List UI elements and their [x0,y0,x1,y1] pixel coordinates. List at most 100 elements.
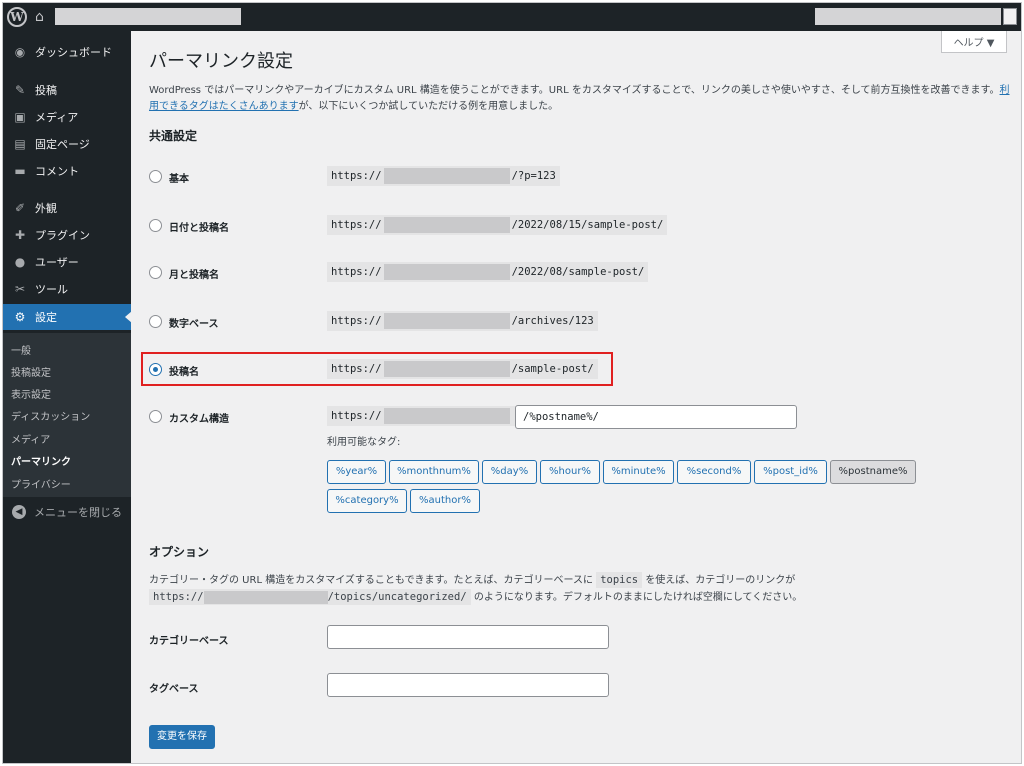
wrench-icon: ✂ [14,282,26,296]
url-prefix: https:// [331,315,382,327]
collapse-menu-button[interactable]: ◀ メニューを閉じる [12,504,122,520]
tag-button-category[interactable]: %category% [327,489,407,513]
example-url: https:// /?p=123 [327,166,560,186]
sidebar-item-label: メディア [35,111,79,124]
sidebar-item-pages[interactable]: ▤ 固定ページ [3,131,131,157]
option-label: 日付と投稿名 [169,223,229,234]
tag-button-post-id[interactable]: %post_id% [754,460,827,484]
radio-post-name[interactable] [149,363,162,376]
submenu-item-permalinks[interactable]: パーマリンク [11,453,71,468]
settings-submenu: 一般 投稿設定 表示設定 ディスカッション メディア パーマリンク プライバシー [3,333,131,497]
radio-month-name[interactable] [149,266,162,279]
tag-button-monthnum[interactable]: %monthnum% [389,460,479,484]
pin-icon: ✎ [14,83,26,97]
help-button[interactable]: ヘルプ ▼ [941,31,1007,53]
avatar[interactable] [1003,8,1017,25]
url-prefix: https:// [331,170,382,182]
option-label: 数字ベース [169,319,219,330]
tag-button-author[interactable]: %author% [410,489,480,513]
sidebar-item-posts[interactable]: ✎ 投稿 [3,77,131,103]
submenu-item-privacy[interactable]: プライバシー [11,476,71,491]
sidebar-item-media[interactable]: ▣ メディア [3,104,131,130]
submenu-item-discussion[interactable]: ディスカッション [11,408,90,423]
user-icon: ● [14,255,26,269]
tag-button-hour[interactable]: %hour% [540,460,600,484]
permalink-option-numeric[interactable]: 数字ベース https:// /archives/123 [149,310,1009,334]
radio-custom[interactable] [149,410,162,423]
category-base-label: カテゴリーベース [149,636,229,647]
category-base-input[interactable] [327,625,609,649]
sidebar-item-tools[interactable]: ✂ ツール [3,276,131,302]
collapse-menu-label: メニューを閉じる [34,506,122,519]
tag-base-label: タグベース [149,684,199,695]
sidebar-item-plugins[interactable]: ✚ プラグイン [3,222,131,248]
url-suffix: /topics/uncategorized/ [327,591,467,603]
radio-day-name[interactable] [149,219,162,232]
tag-button-day[interactable]: %day% [482,460,537,484]
submenu-item-reading[interactable]: 表示設定 [11,386,51,401]
submenu-item-media[interactable]: メディア [11,431,50,446]
sidebar-item-label: 投稿 [35,84,57,97]
domain-redacted [203,590,328,604]
sidebar-item-settings[interactable]: ⚙ 設定 [3,304,132,330]
domain-redacted [383,168,510,184]
submenu-item-writing[interactable]: 投稿設定 [11,364,51,379]
permalink-option-plain[interactable]: 基本 https:// /?p=123 [149,165,1009,189]
wordpress-logo-icon[interactable]: W [7,7,27,27]
example-url: https:// /archives/123 [327,311,598,331]
sidebar-item-appearance[interactable]: ✐ 外観 [3,195,131,221]
plugin-icon: ✚ [14,228,26,242]
tag-button-year[interactable]: %year% [327,460,386,484]
url-suffix: /archives/123 [511,315,594,327]
url-suffix: /sample-post/ [511,363,594,375]
save-changes-button[interactable]: 変更を保存 [149,725,215,749]
sidebar-item-users[interactable]: ● ユーザー [3,249,131,275]
url-prefix: https:// [153,591,204,603]
url-prefix: https:// [331,266,382,278]
sidebar-item-label: 設定 [35,311,57,324]
tag-button-minute[interactable]: %minute% [603,460,674,484]
brush-icon: ✐ [14,201,26,215]
permalink-option-month-name[interactable]: 月と投稿名 https:// /2022/08/sample-post/ [149,261,1009,285]
url-suffix: /2022/08/sample-post/ [511,266,645,278]
url-prefix: https:// [331,410,382,422]
admin-bar: W ⌂ [3,3,1021,31]
tag-base-input[interactable] [327,673,609,697]
option-label: カスタム構造 [169,414,229,425]
submenu-item-general[interactable]: 一般 [11,342,31,357]
domain-redacted [383,408,510,424]
dashboard-icon: ◉ [14,45,26,59]
url-prefix: https:// [331,363,382,375]
radio-numeric[interactable] [149,315,162,328]
intro-text-suffix: が、以下にいくつか試していただける例を用意しました。 [298,101,559,112]
home-icon[interactable]: ⌂ [35,8,51,26]
sidebar-item-label: ツール [35,283,68,296]
settings-icon: ⚙ [14,310,26,324]
example-url: https:// [327,406,516,426]
sidebar-item-comments[interactable]: ▬ コメント [3,158,131,184]
example-url: https:// /sample-post/ [327,359,598,379]
available-tags-label: 利用可能なタグ: [327,437,401,448]
account-name-redacted[interactable] [815,8,1001,25]
url-prefix: https:// [331,219,382,231]
sidebar-item-label: ダッシュボード [35,46,112,59]
permalink-option-day-name[interactable]: 日付と投稿名 https:// /2022/08/15/sample-post/ [149,214,1009,238]
example-url: https:// /2022/08/sample-post/ [327,262,649,282]
options-text-part: カテゴリー・タグの URL 構造をカスタマイズすることもできます。たとえば、カテ… [149,575,593,586]
permalink-option-post-name[interactable]: 投稿名 https:// /sample-post/ [149,358,1009,382]
options-text-part: を使えば、カテゴリーのリンクが [645,575,796,586]
custom-structure-input[interactable]: /%postname%/ [515,405,797,429]
media-icon: ▣ [14,110,26,124]
sidebar-item-dashboard[interactable]: ◉ ダッシュボード [3,39,131,65]
example-url: https:// /2022/08/15/sample-post/ [327,215,668,235]
tag-button-postname[interactable]: %postname% [830,460,916,484]
url-suffix: /2022/08/15/sample-post/ [511,219,664,231]
site-name-redacted[interactable] [55,8,241,25]
radio-plain[interactable] [149,170,162,183]
example-category-url: https:// /topics/uncategorized/ [149,589,471,605]
main-content: ヘルプ ▼ パーマリンク設定 WordPress ではパーマリンクやアーカイブに… [131,31,1021,763]
page-icon: ▤ [14,137,26,151]
tag-button-second[interactable]: %second% [677,460,751,484]
intro-text-main: WordPress ではパーマリンクやアーカイブにカスタム URL 構造を使うこ… [149,85,1000,96]
option-label: 月と投稿名 [169,270,219,281]
